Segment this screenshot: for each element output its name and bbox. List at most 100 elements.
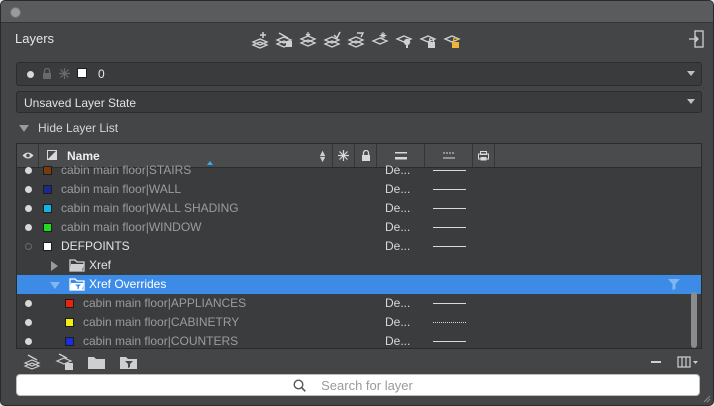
- hide-layer-list-toggle[interactable]: Hide Layer List: [19, 121, 118, 135]
- visibility-toggle[interactable]: [25, 243, 32, 250]
- folder-icon: [69, 278, 85, 291]
- freeze-icon: [59, 68, 70, 79]
- layer-linetype-preview[interactable]: [433, 246, 466, 247]
- new-layer-filter-icon[interactable]: [55, 353, 75, 371]
- new-property-filter-icon[interactable]: [119, 353, 139, 371]
- layer-match-icon[interactable]: [323, 31, 341, 49]
- layer-merge-icon[interactable]: [299, 31, 317, 49]
- layer-linetype-preview[interactable]: [433, 303, 466, 304]
- layer-linetype-preview[interactable]: [433, 208, 466, 209]
- layers-palette: Layers 0 Unsaved Layer State Hide Layer …: [0, 0, 714, 406]
- layer-color-swatch[interactable]: [43, 204, 52, 213]
- layer-name: cabin main floor|APPLIANCES: [83, 296, 247, 310]
- layer-linetype-preview[interactable]: [433, 322, 466, 323]
- layer-lineweight[interactable]: De...: [385, 296, 410, 310]
- new-layer-icon[interactable]: [251, 31, 269, 49]
- layer-color-swatch[interactable]: [65, 337, 74, 346]
- resize-grip-icon[interactable]: [702, 394, 711, 403]
- layer-row[interactable]: cabin main floor|WINDOW De...: [17, 218, 701, 237]
- freeze-layer-icon[interactable]: [371, 31, 389, 49]
- layer-state-dropdown[interactable]: Unsaved Layer State: [16, 91, 702, 113]
- layer-row[interactable]: cabin main floor|WALL De...: [17, 180, 701, 199]
- layer-row[interactable]: cabin main floor|APPLIANCES De...: [17, 294, 701, 313]
- unlock-layer-icon[interactable]: [443, 31, 461, 49]
- search-field[interactable]: [16, 374, 700, 396]
- delete-layer-button[interactable]: [651, 361, 661, 363]
- layer-row[interactable]: cabin main floor|CABINETRY De...: [17, 313, 701, 332]
- layer-lineweight[interactable]: De...: [385, 220, 410, 234]
- current-layer-dropdown[interactable]: 0: [16, 62, 702, 86]
- layer-linetype-preview[interactable]: [433, 227, 466, 228]
- layer-name: cabin main floor|CABINETRY: [83, 315, 240, 329]
- hide-layer-list-label: Hide Layer List: [38, 121, 119, 135]
- panel-title: Layers: [15, 31, 55, 46]
- layer-row[interactable]: DEFPOINTS De...: [17, 237, 701, 256]
- title-bar: [1, 1, 713, 23]
- lock-layer-icon[interactable]: [419, 31, 437, 49]
- bottom-toolbar: [23, 353, 139, 371]
- visibility-toggle[interactable]: [25, 205, 32, 212]
- layer-linetype-preview[interactable]: [433, 189, 466, 190]
- visibility-dot-icon: [27, 71, 34, 78]
- layer-previous-icon[interactable]: [347, 31, 365, 49]
- layer-linetype-preview[interactable]: [433, 341, 466, 342]
- lock-icon: [361, 149, 370, 161]
- visibility-toggle[interactable]: [25, 338, 32, 345]
- layer-lineweight[interactable]: De...: [385, 315, 410, 329]
- current-layer-name: 0: [98, 67, 105, 81]
- layer-lineweight[interactable]: De...: [385, 334, 410, 348]
- filter-group-row[interactable]: Xref: [17, 256, 701, 275]
- new-group-filter-icon[interactable]: [87, 353, 107, 371]
- disclosure-open-icon[interactable]: [50, 282, 60, 289]
- visibility-toggle[interactable]: [25, 300, 32, 307]
- filter-group-name: Xref Overrides: [89, 277, 167, 291]
- close-button[interactable]: [10, 7, 21, 18]
- filter-icon[interactable]: [668, 279, 680, 290]
- scrollbar[interactable]: [691, 292, 697, 348]
- layer-row[interactable]: cabin main floor|STAIRS De...: [17, 161, 701, 180]
- disclosure-closed-icon[interactable]: [51, 261, 58, 271]
- layer-lineweight[interactable]: De...: [385, 163, 410, 177]
- lineweight-icon: [394, 151, 407, 159]
- new-layer-vp-frozen-icon[interactable]: [275, 31, 293, 49]
- layer-lineweight[interactable]: De...: [385, 239, 410, 253]
- visibility-toggle[interactable]: [25, 319, 32, 326]
- layer-name: cabin main floor|COUNTERS: [83, 334, 239, 348]
- disclosure-triangle-icon: [19, 124, 29, 132]
- layer-toolbar: [251, 31, 461, 53]
- layer-color-swatch[interactable]: [43, 166, 52, 175]
- layer-color-swatch[interactable]: [43, 223, 52, 232]
- layer-name: cabin main floor|WALL: [61, 182, 182, 196]
- layer-color-swatch[interactable]: [43, 185, 52, 194]
- layer-row[interactable]: cabin main floor|WALL SHADING De...: [17, 199, 701, 218]
- layer-row[interactable]: cabin main floor|COUNTERS De...: [17, 332, 701, 348]
- search-input[interactable]: [17, 375, 699, 395]
- visibility-toggle[interactable]: [25, 167, 32, 174]
- lock-icon: [43, 68, 51, 79]
- layer-color-swatch[interactable]: [65, 318, 74, 327]
- linetype-icon: [442, 152, 455, 158]
- layer-color-swatch[interactable]: [65, 299, 74, 308]
- column-settings-icon[interactable]: [677, 356, 699, 368]
- dock-panel-icon[interactable]: [688, 30, 704, 48]
- turn-off-layer-icon[interactable]: [395, 31, 413, 49]
- layer-state-value: Unsaved Layer State: [24, 96, 137, 110]
- current-layer-color-swatch: [77, 68, 87, 78]
- layer-rows: cabin main floor|STAIRS De... cabin main f…: [17, 163, 701, 348]
- filter-group-name: Xref: [89, 258, 112, 272]
- chevron-down-icon: [687, 99, 695, 104]
- layer-color-swatch[interactable]: [43, 242, 52, 251]
- layer-list: Name ▲ ▼ cabin main floor|STAIRS De... cabi…: [16, 143, 702, 349]
- layer-linetype-preview[interactable]: [433, 170, 466, 171]
- layer-name: DEFPOINTS: [61, 239, 130, 253]
- layer-name: cabin main floor|WINDOW: [61, 220, 202, 234]
- layer-name: cabin main floor|WALL SHADING: [61, 201, 239, 215]
- layer-lineweight[interactable]: De...: [385, 201, 410, 215]
- filter-group-row[interactable]: Xref Overrides: [17, 275, 701, 294]
- eye-icon: [22, 152, 33, 159]
- layer-lineweight[interactable]: De...: [385, 182, 410, 196]
- visibility-toggle[interactable]: [25, 224, 32, 231]
- visibility-toggle[interactable]: [25, 186, 32, 193]
- new-layer-icon[interactable]: [23, 353, 43, 371]
- folder-icon: [69, 259, 85, 272]
